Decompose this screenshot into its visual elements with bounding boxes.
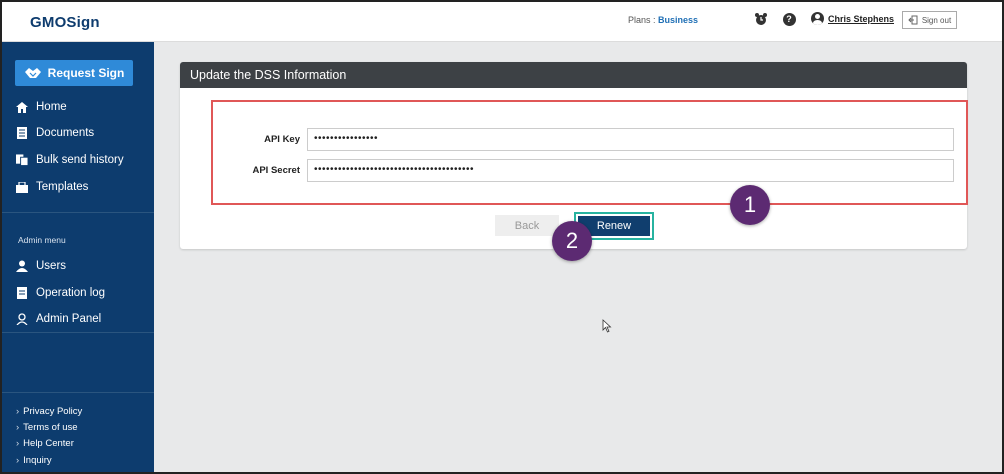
user-menu[interactable]: Chris Stephens bbox=[811, 12, 894, 25]
highlight-box bbox=[211, 100, 968, 205]
panel-title: Update the DSS Information bbox=[180, 62, 967, 88]
sign-out-icon bbox=[908, 15, 918, 25]
sign-out-label: Sign out bbox=[921, 15, 952, 25]
sidebar-item-label: Templates bbox=[36, 181, 89, 193]
plans-label: Plans : bbox=[628, 15, 656, 25]
sidebar-item-label: Operation log bbox=[36, 287, 106, 299]
plans-value: Business bbox=[658, 15, 699, 25]
admin-panel-icon bbox=[16, 313, 28, 325]
log-icon bbox=[16, 287, 28, 299]
documents-icon bbox=[16, 127, 28, 139]
sign-out-button[interactable]: Sign out bbox=[902, 11, 957, 29]
sidebar-item-label: Bulk send history bbox=[36, 154, 124, 166]
help-center-link[interactable]: Help Center bbox=[16, 438, 74, 449]
sidebar-item-label: Admin Panel bbox=[36, 313, 102, 325]
app-frame: GMOSign Plans : Business ? Chris Stephen… bbox=[0, 0, 1004, 474]
gmosign-logo[interactable]: GMOSign bbox=[30, 14, 100, 31]
user-icon bbox=[811, 12, 824, 25]
sidebar-item-label: Home bbox=[36, 101, 67, 113]
annotation-badge-2: 2 bbox=[552, 221, 592, 261]
request-sign-button[interactable]: Request Sign bbox=[15, 60, 133, 86]
back-button[interactable]: Back bbox=[495, 215, 559, 236]
sidebar-item-admin-panel[interactable]: Admin Panel bbox=[16, 313, 101, 325]
sidebar: Request Sign Home Documents Bulk send hi… bbox=[2, 42, 154, 472]
users-icon bbox=[16, 260, 28, 272]
templates-icon bbox=[16, 181, 28, 193]
sidebar-item-users[interactable]: Users bbox=[16, 260, 66, 272]
sidebar-divider bbox=[2, 212, 154, 213]
bulk-send-icon bbox=[16, 154, 28, 166]
sidebar-divider bbox=[2, 392, 154, 393]
alarm-clock-icon[interactable] bbox=[754, 12, 768, 26]
user-name-link[interactable]: Chris Stephens bbox=[828, 14, 894, 24]
request-sign-label: Request Sign bbox=[47, 66, 125, 80]
sidebar-item-templates[interactable]: Templates bbox=[16, 181, 88, 193]
sidebar-item-operation-log[interactable]: Operation log bbox=[16, 287, 105, 299]
home-icon bbox=[16, 101, 28, 113]
sidebar-item-home[interactable]: Home bbox=[16, 101, 67, 113]
sidebar-item-bulk-send-history[interactable]: Bulk send history bbox=[16, 154, 124, 166]
sidebar-divider bbox=[2, 332, 154, 333]
help-icon[interactable]: ? bbox=[782, 12, 796, 26]
handshake-icon bbox=[24, 68, 41, 78]
privacy-policy-link[interactable]: Privacy Policy bbox=[16, 406, 82, 417]
admin-menu-title: Admin menu bbox=[18, 235, 66, 245]
sidebar-item-label: Documents bbox=[36, 127, 95, 139]
sidebar-item-label: Users bbox=[36, 260, 67, 272]
mouse-cursor-icon bbox=[602, 319, 612, 333]
plan-info: Plans : Business bbox=[628, 15, 698, 25]
inquiry-link[interactable]: Inquiry bbox=[16, 455, 52, 466]
top-header: GMOSign Plans : Business ? Chris Stephen… bbox=[2, 2, 1002, 42]
terms-of-use-link[interactable]: Terms of use bbox=[16, 422, 77, 433]
annotation-badge-1: 1 bbox=[730, 185, 770, 225]
sidebar-item-documents[interactable]: Documents bbox=[16, 127, 94, 139]
